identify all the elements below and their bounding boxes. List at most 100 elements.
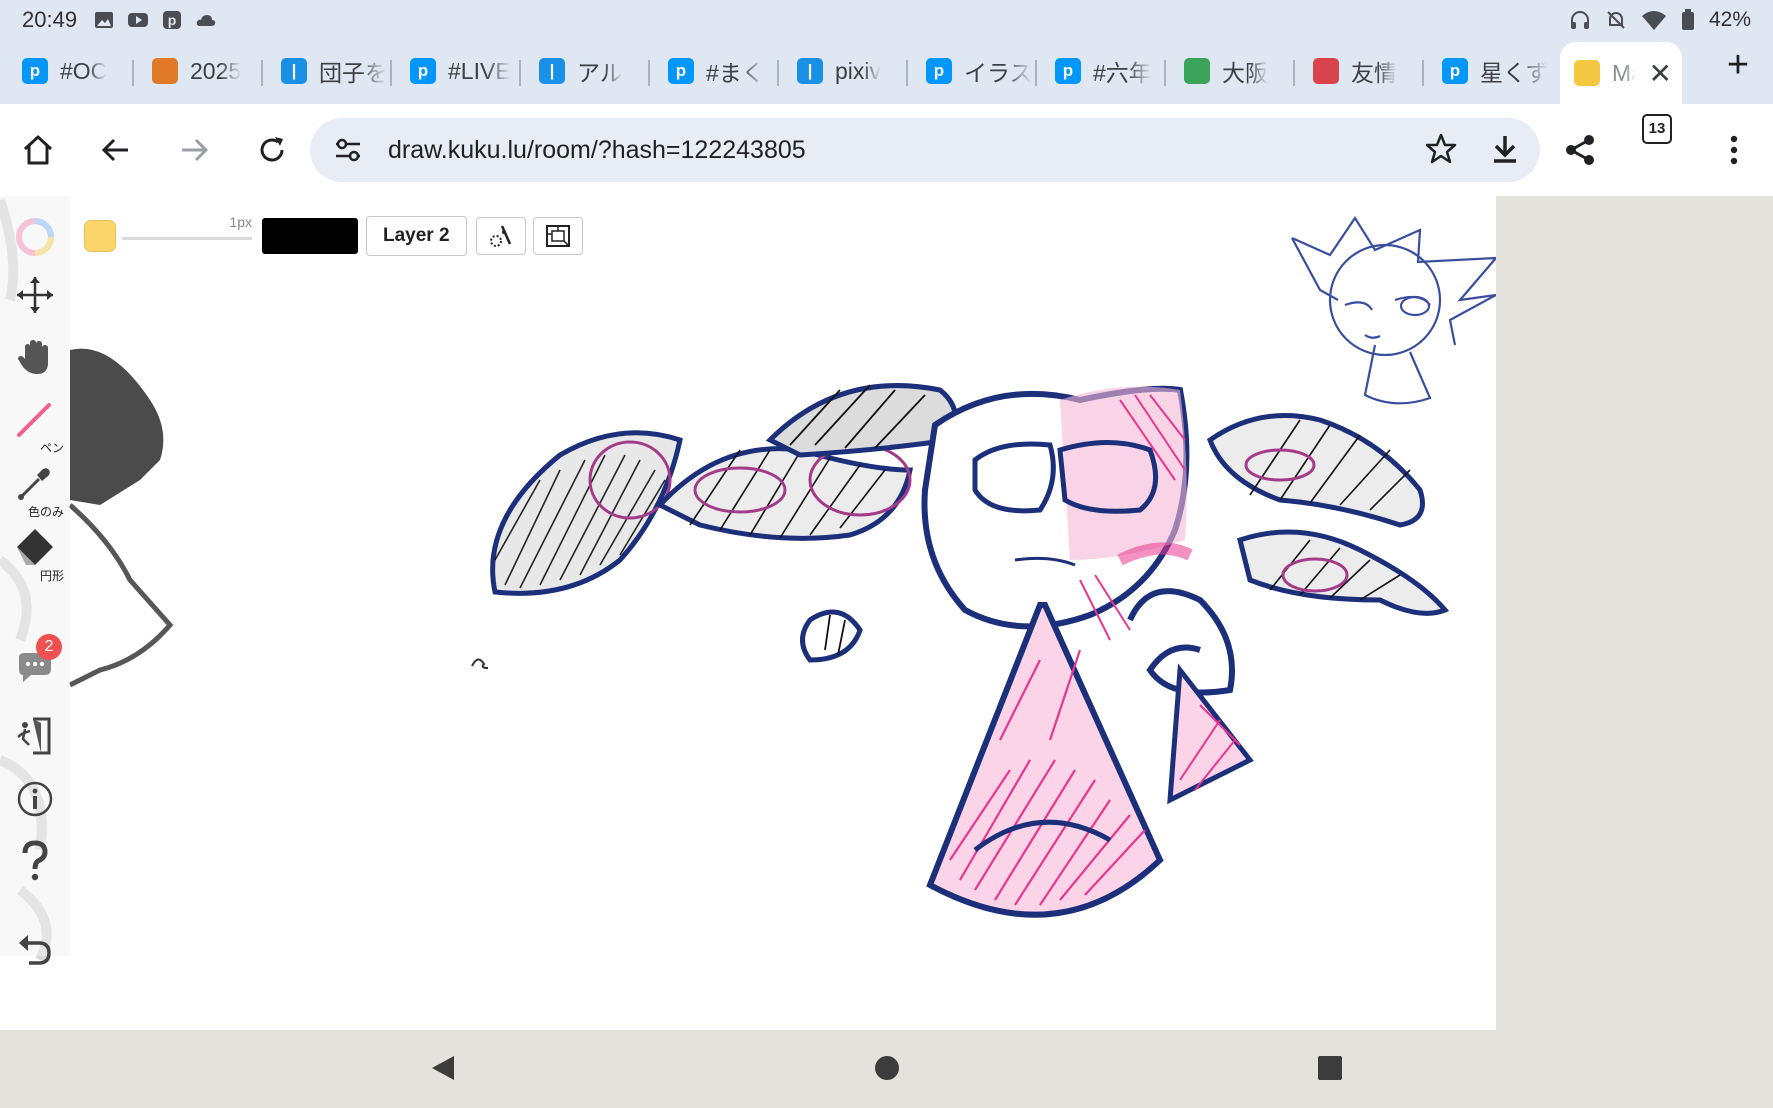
- undo-button[interactable]: [10, 924, 60, 974]
- menu-button[interactable]: [1710, 126, 1758, 174]
- bookmark-star-icon[interactable]: [1424, 132, 1458, 166]
- pixiv-encyclopedia-favicon-icon: |: [539, 58, 565, 84]
- home-icon: [23, 135, 53, 165]
- shape-label: 円形: [39, 569, 64, 583]
- pixiv-favicon-icon: p: [1442, 58, 1468, 84]
- brush-settings-button[interactable]: [475, 217, 526, 255]
- canvas-resize-button[interactable]: [532, 217, 583, 255]
- close-tab-icon[interactable]: ✕: [1649, 57, 1672, 90]
- help-question-icon: [22, 840, 48, 881]
- tab-title: 2025: [190, 57, 242, 84]
- tab-title: #六年: [1093, 60, 1152, 86]
- pixiv-favicon-icon: p: [1055, 58, 1081, 84]
- tab[interactable]: | pixiv: [783, 50, 903, 92]
- site-favicon-icon: [1184, 58, 1210, 84]
- tab-title: 大阪: [1222, 60, 1268, 86]
- tab-title: 友情: [1351, 60, 1397, 86]
- more-vert-icon: [1730, 135, 1738, 165]
- tab[interactable]: p #まく: [654, 50, 774, 92]
- tab-switcher-button[interactable]: 13: [1642, 114, 1672, 144]
- pixiv-favicon-icon: p: [668, 58, 694, 84]
- drawing-canvas[interactable]: [0, 196, 1496, 1030]
- eyedropper-tool-button[interactable]: 色のみ: [10, 458, 64, 519]
- tab[interactable]: | アル: [525, 50, 645, 92]
- pixiv-favicon-icon: p: [926, 58, 952, 84]
- undo-icon: [19, 935, 51, 965]
- browser-toolbar: draw.kuku.lu/room/?hash=122243805: [0, 104, 1773, 196]
- nav-home-button[interactable]: [867, 1048, 907, 1088]
- pixiv-encyclopedia-favicon-icon: |: [797, 58, 823, 84]
- mute-bell-icon: [1607, 11, 1625, 29]
- nav-recents-icon: [1318, 1056, 1342, 1080]
- eraser-diamond-icon: [17, 529, 53, 565]
- cursor-mark: [471, 658, 489, 669]
- home-button[interactable]: [14, 126, 62, 174]
- status-time: 20:49: [22, 7, 78, 32]
- tab[interactable]: p #六年: [1041, 50, 1161, 92]
- tab[interactable]: p 星くず: [1428, 50, 1548, 92]
- site-favicon-icon: [1313, 58, 1339, 84]
- share-button[interactable]: [1556, 126, 1604, 174]
- info-icon: [17, 781, 53, 817]
- battery-icon: [1681, 9, 1694, 30]
- tab[interactable]: p #LIVE: [396, 50, 516, 92]
- nav-recents-button[interactable]: [1310, 1048, 1350, 1088]
- gallery-icon: [95, 12, 114, 28]
- tab-active[interactable]: Ma ✕: [1560, 42, 1682, 104]
- hand-icon: [18, 340, 48, 374]
- address-bar[interactable]: draw.kuku.lu/room/?hash=122243805: [310, 118, 1540, 182]
- share-icon: [1566, 135, 1594, 165]
- move-tool-button[interactable]: [10, 270, 60, 320]
- reload-button[interactable]: [248, 126, 296, 174]
- shape-tool-button[interactable]: 円形: [10, 522, 64, 583]
- drawing-canvas-area[interactable]: 1px Layer 2 ペン 色のみ 円形 2: [0, 196, 1496, 1030]
- site-favicon-icon: [152, 58, 178, 84]
- wifi-icon: [1641, 11, 1666, 30]
- sketch-small-character: [1291, 215, 1496, 405]
- svg-text:p: p: [168, 12, 177, 28]
- back-button[interactable]: [92, 126, 140, 174]
- tab-title: 星くず: [1480, 60, 1548, 86]
- arrow-back-icon: [101, 138, 128, 162]
- pixiv-favicon-icon: p: [410, 58, 436, 84]
- cloud-icon: [196, 15, 216, 26]
- info-button[interactable]: [10, 774, 60, 824]
- status-bar: 20:49 p 42%: [0, 0, 1773, 40]
- help-button[interactable]: [10, 836, 60, 886]
- nav-home-icon: [875, 1056, 899, 1080]
- tab-strip: p #OC 2025 | 団子を p #LIVE | アル p #まく | pixiv pイ…: [0, 40, 1773, 104]
- headphones-icon: [1570, 11, 1589, 29]
- url-text[interactable]: draw.kuku.lu/room/?hash=122243805: [388, 118, 806, 182]
- forward-button[interactable]: [170, 126, 218, 174]
- system-nav-bar: [0, 1030, 1773, 1108]
- pen-tool-button[interactable]: ペン: [10, 394, 64, 455]
- color-wheel-button[interactable]: [10, 212, 60, 262]
- exit-room-button[interactable]: [10, 710, 60, 760]
- pixiv-icon: p: [163, 11, 182, 29]
- site-settings-icon[interactable]: [332, 134, 364, 166]
- palette-color-swatch[interactable]: [84, 220, 116, 252]
- tab-title: #OC: [60, 57, 108, 84]
- eyedropper-icon: [18, 468, 50, 500]
- pixiv-favicon-icon: p: [22, 58, 48, 84]
- sketch-main-character: [490, 383, 1450, 918]
- tab-title: イラス: [964, 60, 1032, 86]
- nav-back-button[interactable]: [423, 1048, 463, 1088]
- tab[interactable]: 大阪: [1170, 50, 1290, 92]
- brush-size-slider[interactable]: 1px: [122, 214, 252, 240]
- tab[interactable]: p イラス: [912, 50, 1032, 92]
- tab-title: pixiv: [835, 57, 882, 84]
- layer-button[interactable]: Layer 2: [366, 216, 467, 256]
- download-icon[interactable]: [1488, 132, 1522, 166]
- tab[interactable]: 友情: [1299, 50, 1419, 92]
- current-color-swatch[interactable]: [262, 218, 358, 254]
- new-tab-button[interactable]: +: [1721, 46, 1755, 84]
- nav-back-icon: [432, 1056, 454, 1080]
- youtube-icon: [128, 13, 149, 27]
- tab[interactable]: | 団子を: [267, 50, 387, 92]
- tab-title: #まく: [706, 60, 765, 86]
- hand-tool-button[interactable]: [10, 332, 60, 382]
- eyedropper-label: 色のみ: [27, 505, 64, 519]
- tab[interactable]: 2025: [138, 50, 258, 92]
- tab[interactable]: p #OC: [8, 50, 128, 92]
